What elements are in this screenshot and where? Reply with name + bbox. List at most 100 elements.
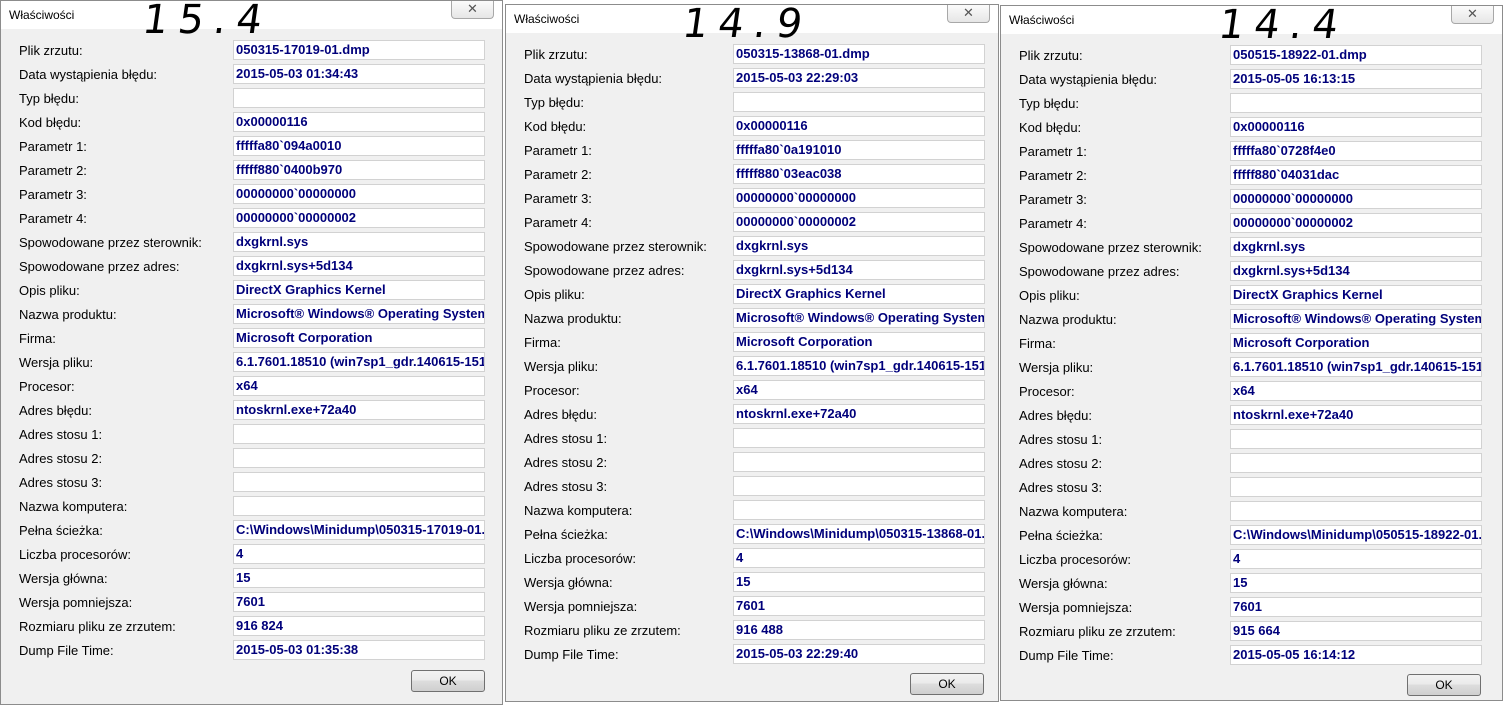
property-value-field[interactable]: 00000000`00000000 [733,188,985,208]
property-value-field[interactable] [233,424,485,444]
property-value-field[interactable]: dxgkrnl.sys+5d134 [233,256,485,276]
property-value-field[interactable]: 00000000`00000000 [1230,189,1482,209]
property-value-field[interactable]: 915 664 [1230,621,1482,641]
property-value-field[interactable]: ntoskrnl.exe+72a40 [1230,405,1482,425]
property-label: Spowodowane przez sterownik: [1019,240,1202,255]
property-value-field[interactable]: 050515-18922-01.dmp [1230,45,1482,65]
property-value-field[interactable]: Microsoft Corporation [233,328,485,348]
property-value-field[interactable]: Microsoft Corporation [733,332,985,352]
property-value-field[interactable]: 15 [233,568,485,588]
property-value-field[interactable]: DirectX Graphics Kernel [1230,285,1482,305]
property-value-field[interactable]: dxgkrnl.sys [233,232,485,252]
property-value-field[interactable]: C:\Windows\Minidump\050515-18922-01.dmp [1230,525,1482,545]
property-value-field[interactable]: 7601 [233,592,485,612]
property-value-field[interactable] [233,472,485,492]
property-value-field[interactable]: 15 [733,572,985,592]
property-value-field[interactable]: C:\Windows\Minidump\050315-13868-01.dmp [733,524,985,544]
property-value-field[interactable]: fffffa80`094a0010 [233,136,485,156]
property-value-field[interactable]: 4 [733,548,985,568]
property-value-field[interactable]: dxgkrnl.sys [1230,237,1482,257]
property-value-field[interactable]: 00000000`00000002 [733,212,985,232]
property-value-field[interactable] [233,88,485,108]
property-value-field[interactable] [233,496,485,516]
property-value-field[interactable]: 6.1.7601.18510 (win7sp1_gdr.140615-1512) [733,356,985,376]
property-value-field[interactable]: 2015-05-05 16:14:12 [1230,645,1482,665]
property-value-field[interactable]: 7601 [733,596,985,616]
property-value-field[interactable]: dxgkrnl.sys+5d134 [733,260,985,280]
property-value-field[interactable]: 7601 [1230,597,1482,617]
property-value-field[interactable]: C:\Windows\Minidump\050315-17019-01.dmp [233,520,485,540]
property-value-field[interactable]: DirectX Graphics Kernel [733,284,985,304]
property-label: Liczba procesorów: [1019,552,1131,567]
property-value-field[interactable]: 2015-05-03 22:29:03 [733,68,985,88]
property-value-field[interactable]: 2015-05-03 01:35:38 [233,640,485,660]
property-label: Wersja główna: [524,575,613,590]
property-value-field[interactable]: 2015-05-03 01:34:43 [233,64,485,84]
property-value-field[interactable]: 15 [1230,573,1482,593]
property-value-field[interactable]: Microsoft Corporation [1230,333,1482,353]
property-value-field[interactable] [1230,501,1482,521]
property-value-field[interactable]: 916 488 [733,620,985,640]
property-label: Pełna ścieżka: [1019,528,1103,543]
property-label: Data wystąpienia błędu: [524,71,663,86]
property-value-field[interactable]: fffffa80`0728f4e0 [1230,141,1482,161]
property-value-field[interactable]: fffff880`03eac038 [733,164,985,184]
property-value-field[interactable]: 4 [1230,549,1482,569]
property-value-field[interactable]: 00000000`00000002 [233,208,485,228]
property-value-field[interactable]: 00000000`00000002 [1230,213,1482,233]
property-value-field[interactable]: 4 [233,544,485,564]
property-value-field[interactable]: x64 [733,380,985,400]
property-row: Adres stosu 1: [1,423,502,447]
property-label: Parametr 3: [524,191,592,206]
property-value-field[interactable]: 2015-05-03 22:29:40 [733,644,985,664]
property-value-field[interactable]: ntoskrnl.exe+72a40 [733,404,985,424]
property-value-field[interactable] [233,448,485,468]
close-button[interactable]: ✕ [451,1,494,19]
close-button[interactable]: ✕ [1451,6,1494,24]
property-row: Wersja pomniejsza: 7601 [506,595,998,619]
property-value-field[interactable]: DirectX Graphics Kernel [233,280,485,300]
property-value-field[interactable]: Microsoft® Windows® Operating System [1230,309,1482,329]
property-value-field[interactable]: x64 [233,376,485,396]
property-value-field[interactable]: fffff880`0400b970 [233,160,485,180]
property-value-field[interactable] [733,452,985,472]
property-value-field[interactable]: fffffa80`0a191010 [733,140,985,160]
property-value-field[interactable]: 6.1.7601.18510 (win7sp1_gdr.140615-1512) [233,352,485,372]
property-value-field[interactable]: 0x00000116 [233,112,485,132]
property-value-field[interactable] [1230,477,1482,497]
property-row: Rozmiaru pliku ze zrzutem: 916 488 [506,619,998,643]
property-value-field[interactable]: x64 [1230,381,1482,401]
ok-button[interactable]: OK [1407,674,1481,696]
property-row: Parametr 1: fffffa80`0728f4e0 [1001,140,1502,164]
property-value-field[interactable]: 050315-13868-01.dmp [733,44,985,64]
property-value-field[interactable] [733,500,985,520]
property-label: Nazwa komputera: [19,499,128,514]
property-row: Kod błędu: 0x00000116 [1001,116,1502,140]
property-value-field[interactable] [733,428,985,448]
property-value-field[interactable] [1230,453,1482,473]
property-row: Adres błędu: ntoskrnl.exe+72a40 [1001,404,1502,428]
property-value-field[interactable]: Microsoft® Windows® Operating System [233,304,485,324]
property-value-field[interactable]: dxgkrnl.sys [733,236,985,256]
property-label: Nazwa komputera: [524,503,633,518]
property-value-field[interactable]: fffff880`04031dac [1230,165,1482,185]
property-value-field[interactable] [733,476,985,496]
property-value-field[interactable]: 916 824 [233,616,485,636]
property-label: Spowodowane przez adres: [1019,264,1180,279]
property-value-field[interactable]: 0x00000116 [733,116,985,136]
property-value-field[interactable]: Microsoft® Windows® Operating System [733,308,985,328]
property-value-field[interactable]: dxgkrnl.sys+5d134 [1230,261,1482,281]
ok-button[interactable]: OK [910,673,984,695]
property-value-field[interactable]: 6.1.7601.18510 (win7sp1_gdr.140615-1512) [1230,357,1482,377]
property-value-field[interactable]: ntoskrnl.exe+72a40 [233,400,485,420]
close-button[interactable]: ✕ [947,5,990,23]
property-value-field[interactable] [1230,429,1482,449]
property-value-field[interactable]: 2015-05-05 16:13:15 [1230,69,1482,89]
ok-button[interactable]: OK [411,670,485,692]
property-value-field[interactable] [1230,93,1482,113]
property-value-field[interactable] [733,92,985,112]
properties-dialog-2: Właściwości ✕ 14.9 Plik zrzutu: 050315-13… [505,1,999,702]
property-value-field[interactable]: 0x00000116 [1230,117,1482,137]
property-value-field[interactable]: 00000000`00000000 [233,184,485,204]
property-value-field[interactable]: 050315-17019-01.dmp [233,40,485,60]
